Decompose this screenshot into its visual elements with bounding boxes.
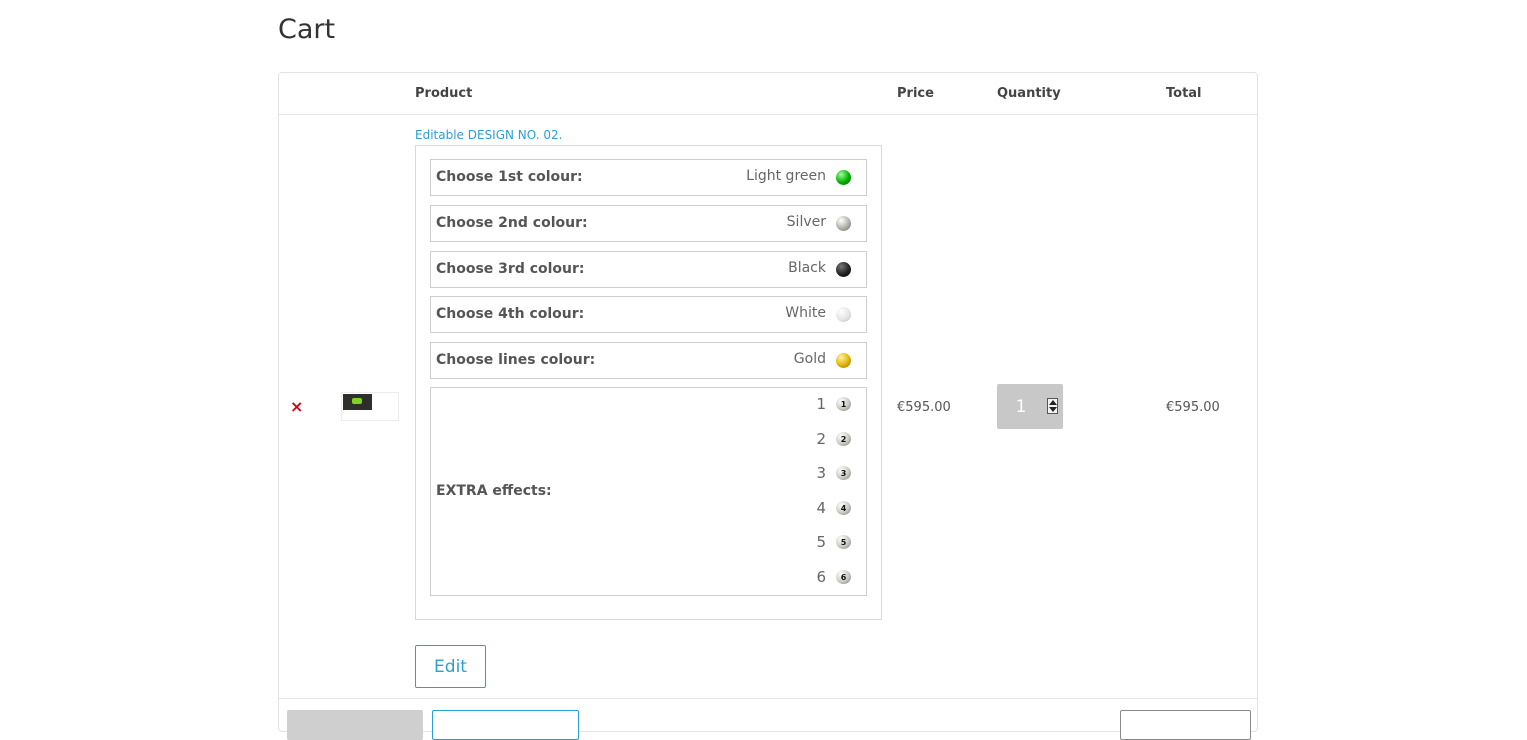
option-label: Choose 3rd colour: [436, 261, 585, 277]
option-value: Silver [786, 214, 826, 230]
effect-number: 6 [816, 568, 826, 586]
effect-item: 5 5 [746, 533, 866, 553]
quantity-input[interactable] [997, 384, 1045, 429]
effect-badge-icon: 1 [836, 397, 851, 411]
item-price: €595.00 [897, 400, 951, 415]
header-quantity: Quantity [997, 86, 1061, 101]
effect-number: 1 [816, 395, 826, 413]
product-name-link[interactable]: Editable DESIGN NO. 02. [415, 128, 562, 142]
option-value: Gold [793, 351, 826, 367]
header-total: Total [1166, 86, 1202, 101]
option-row-extra-effects: EXTRA effects: 1 1 2 2 3 3 4 4 5 5 6 6 [430, 387, 867, 596]
effect-badge-icon: 2 [836, 432, 851, 446]
product-options: Choose 1st colour: Light green Choose 2n… [415, 145, 882, 620]
extra-effects-label: EXTRA effects: [436, 483, 552, 499]
header-product: Product [415, 86, 473, 101]
option-label: Choose 4th colour: [436, 306, 585, 322]
effect-badge-icon: 6 [836, 570, 851, 584]
option-row-4th-colour: Choose 4th colour: White [430, 296, 867, 333]
item-total: €595.00 [1166, 400, 1220, 415]
edit-button[interactable]: Edit [415, 645, 486, 688]
effect-item: 4 4 [746, 499, 866, 519]
option-value: Black [788, 260, 826, 276]
effect-number: 2 [816, 430, 826, 448]
effect-number: 3 [816, 464, 826, 482]
remove-item-icon[interactable]: × [290, 397, 303, 417]
colour-swatch-icon [836, 170, 851, 185]
option-row-2nd-colour: Choose 2nd colour: Silver [430, 205, 867, 242]
effect-item: 2 2 [746, 430, 866, 450]
quantity-spinner-icon[interactable] [1047, 398, 1058, 414]
colour-swatch-icon [836, 353, 851, 368]
option-row-3rd-colour: Choose 3rd colour: Black [430, 251, 867, 288]
cart-table: Product Price Quantity Total × Editable … [278, 72, 1258, 740]
spinner-up-icon[interactable] [1049, 400, 1057, 405]
option-value: Light green [746, 168, 826, 184]
proceed-button[interactable] [1120, 710, 1251, 740]
colour-swatch-icon [836, 262, 851, 277]
page-title: Cart [278, 14, 336, 45]
footer-divider [279, 698, 1257, 699]
option-label: Choose lines colour: [436, 352, 596, 368]
effect-number: 4 [816, 499, 826, 517]
effect-badge-icon: 3 [836, 466, 851, 480]
effect-item: 6 6 [746, 568, 866, 588]
thumbnail-image [343, 394, 372, 410]
option-value: White [785, 305, 826, 321]
effect-badge-icon: 4 [836, 501, 851, 515]
effect-number: 5 [816, 533, 826, 551]
update-cart-button[interactable] [287, 710, 423, 740]
option-row-lines-colour: Choose lines colour: Gold [430, 342, 867, 379]
option-row-1st-colour: Choose 1st colour: Light green [430, 159, 867, 196]
colour-swatch-icon [836, 307, 851, 322]
effect-item: 3 3 [746, 464, 866, 484]
header-price: Price [897, 86, 934, 101]
colour-swatch-icon [836, 216, 851, 231]
header-divider [279, 114, 1257, 115]
spinner-down-icon[interactable] [1049, 407, 1057, 412]
effect-item: 1 1 [746, 395, 866, 415]
coupon-button[interactable] [432, 710, 579, 740]
quantity-stepper [997, 384, 1063, 429]
option-label: Choose 2nd colour: [436, 215, 588, 231]
product-thumbnail[interactable] [341, 392, 399, 421]
effect-badge-icon: 5 [836, 535, 851, 549]
option-label: Choose 1st colour: [436, 169, 583, 185]
